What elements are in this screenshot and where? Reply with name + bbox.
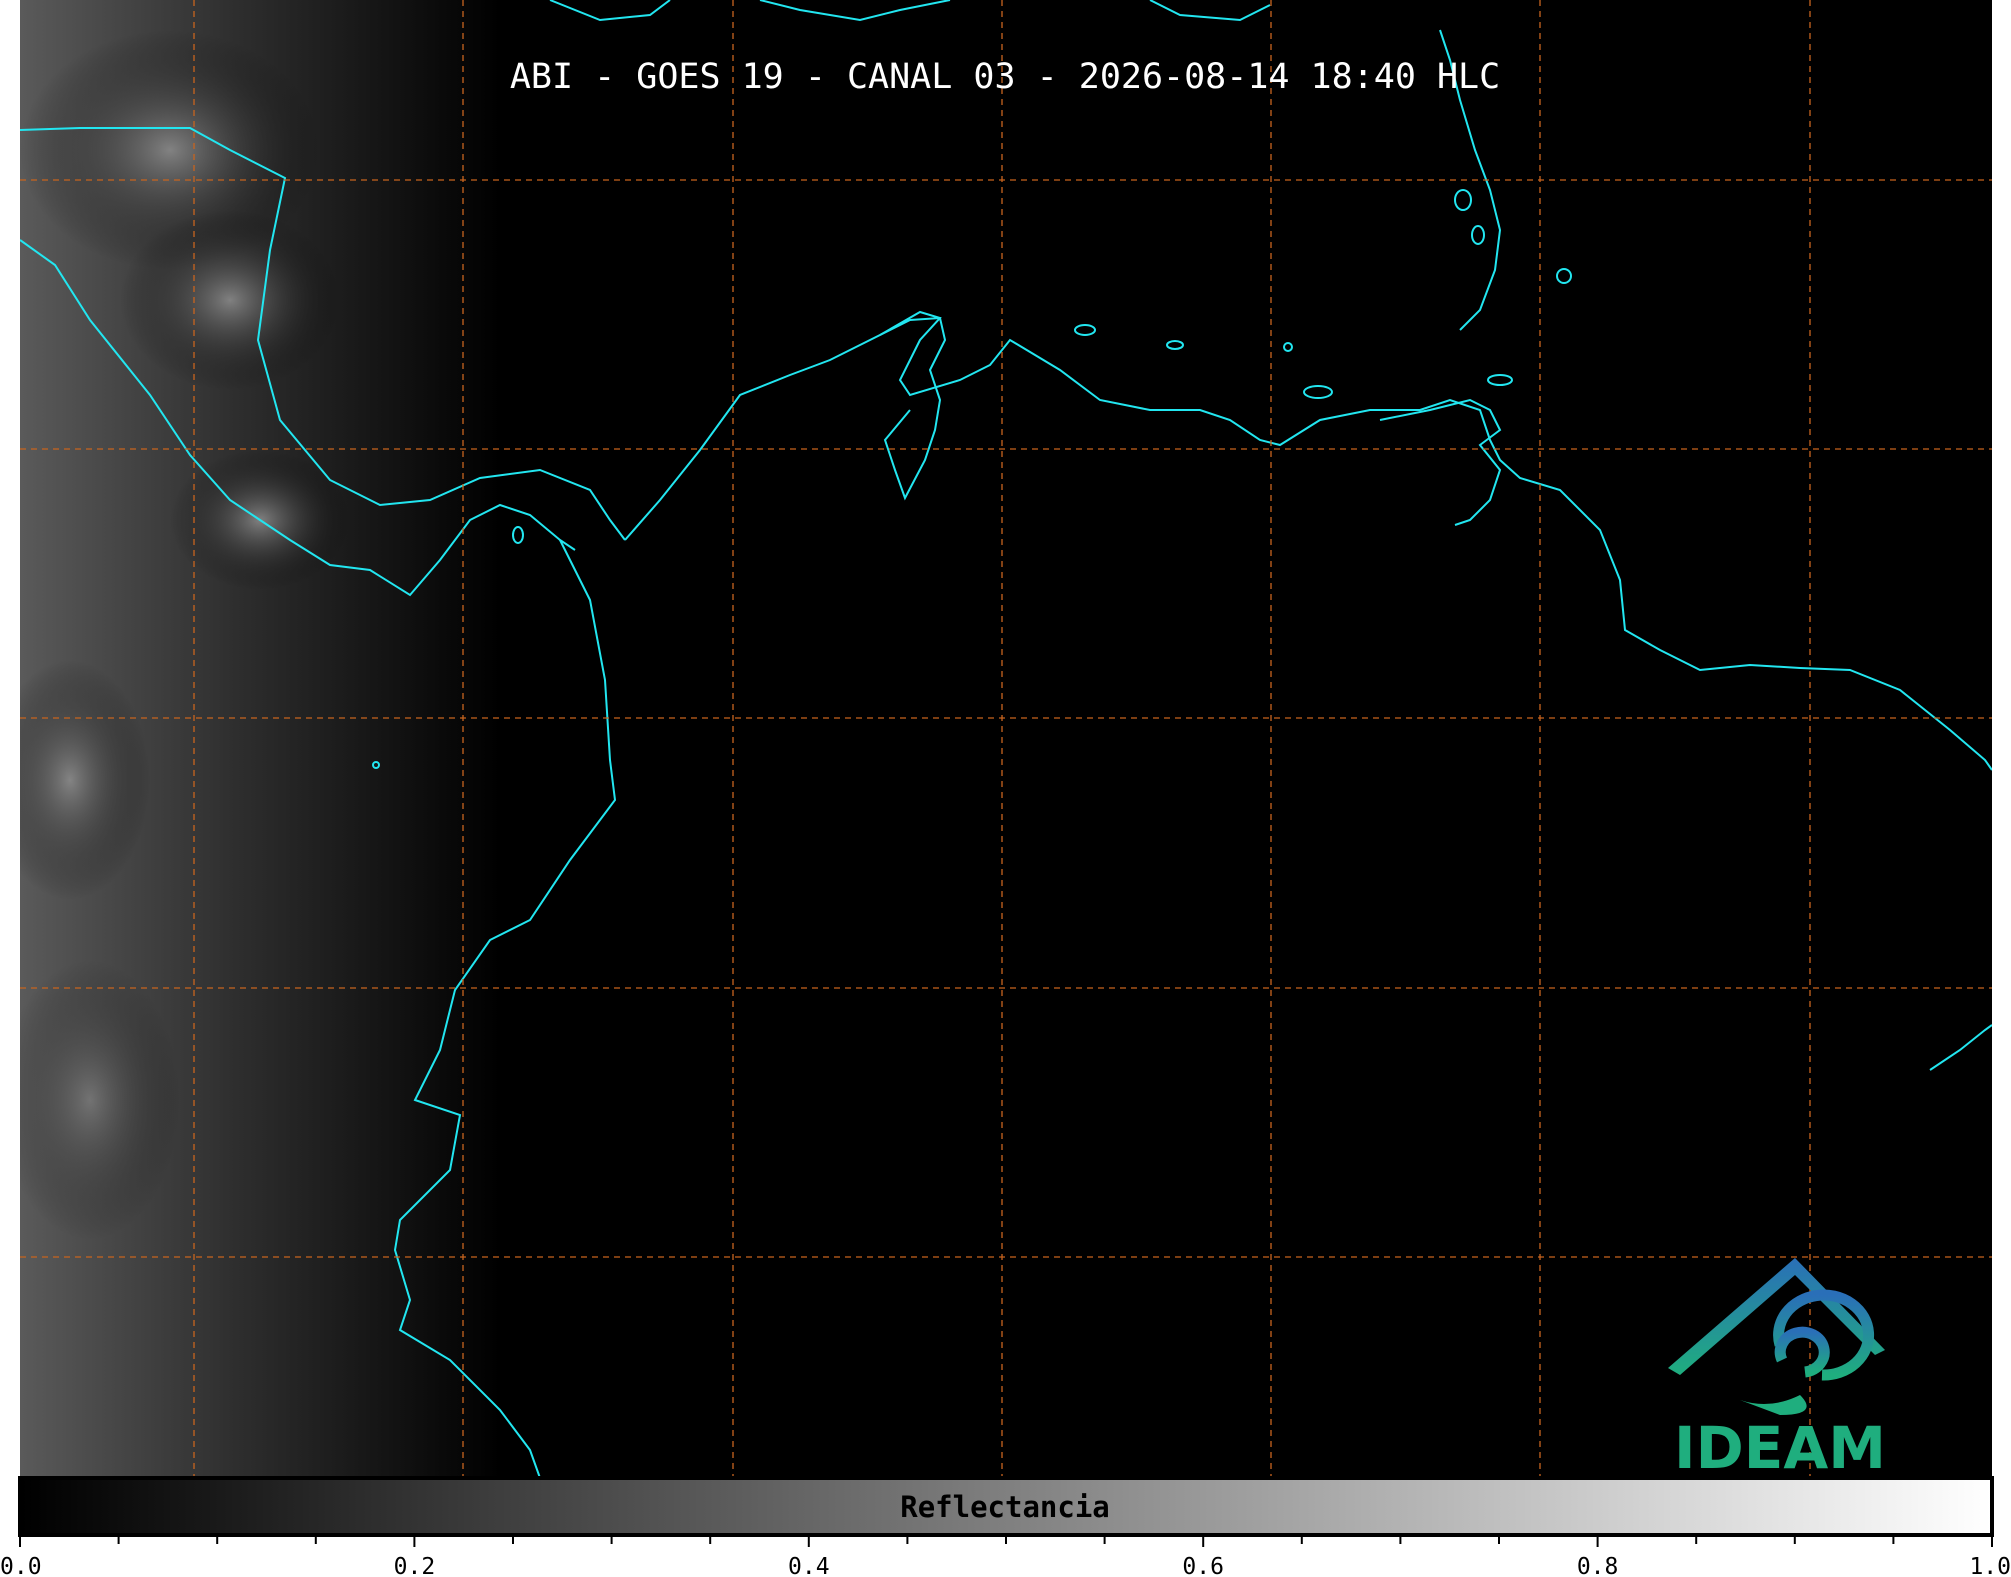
colorbar-tick-label: 0.0: [0, 1554, 42, 1577]
colorbar-tick-label: 0.6: [1182, 1554, 1224, 1577]
cloud-cluster: [120, 210, 340, 390]
map-title: ABI - GOES 19 - CANAL 03 - 2026-08-14 18…: [510, 57, 1500, 97]
colorbar: Reflectancia 0.0 0.2 0.4 0.6 0.8 1.0: [0, 1476, 2011, 1577]
ideam-logo-text: IDEAM: [1674, 1414, 1886, 1482]
colorbar-tick-label: 0.4: [788, 1554, 830, 1577]
satellite-image: [20, 0, 1992, 1478]
cloud-cluster: [20, 960, 180, 1240]
colorbar-ticks: 0.0 0.2 0.4 0.6 0.8 1.0: [0, 1535, 2011, 1577]
colorbar-tick-label: 0.8: [1577, 1554, 1619, 1577]
satellite-map: ABI - GOES 19 - CANAL 03 - 2026-08-14 18…: [0, 0, 2011, 1577]
colorbar-tick-label: 1.0: [1969, 1554, 2011, 1577]
colorbar-label: Reflectancia: [900, 1490, 1110, 1524]
colorbar-tick-label: 0.2: [394, 1554, 436, 1577]
